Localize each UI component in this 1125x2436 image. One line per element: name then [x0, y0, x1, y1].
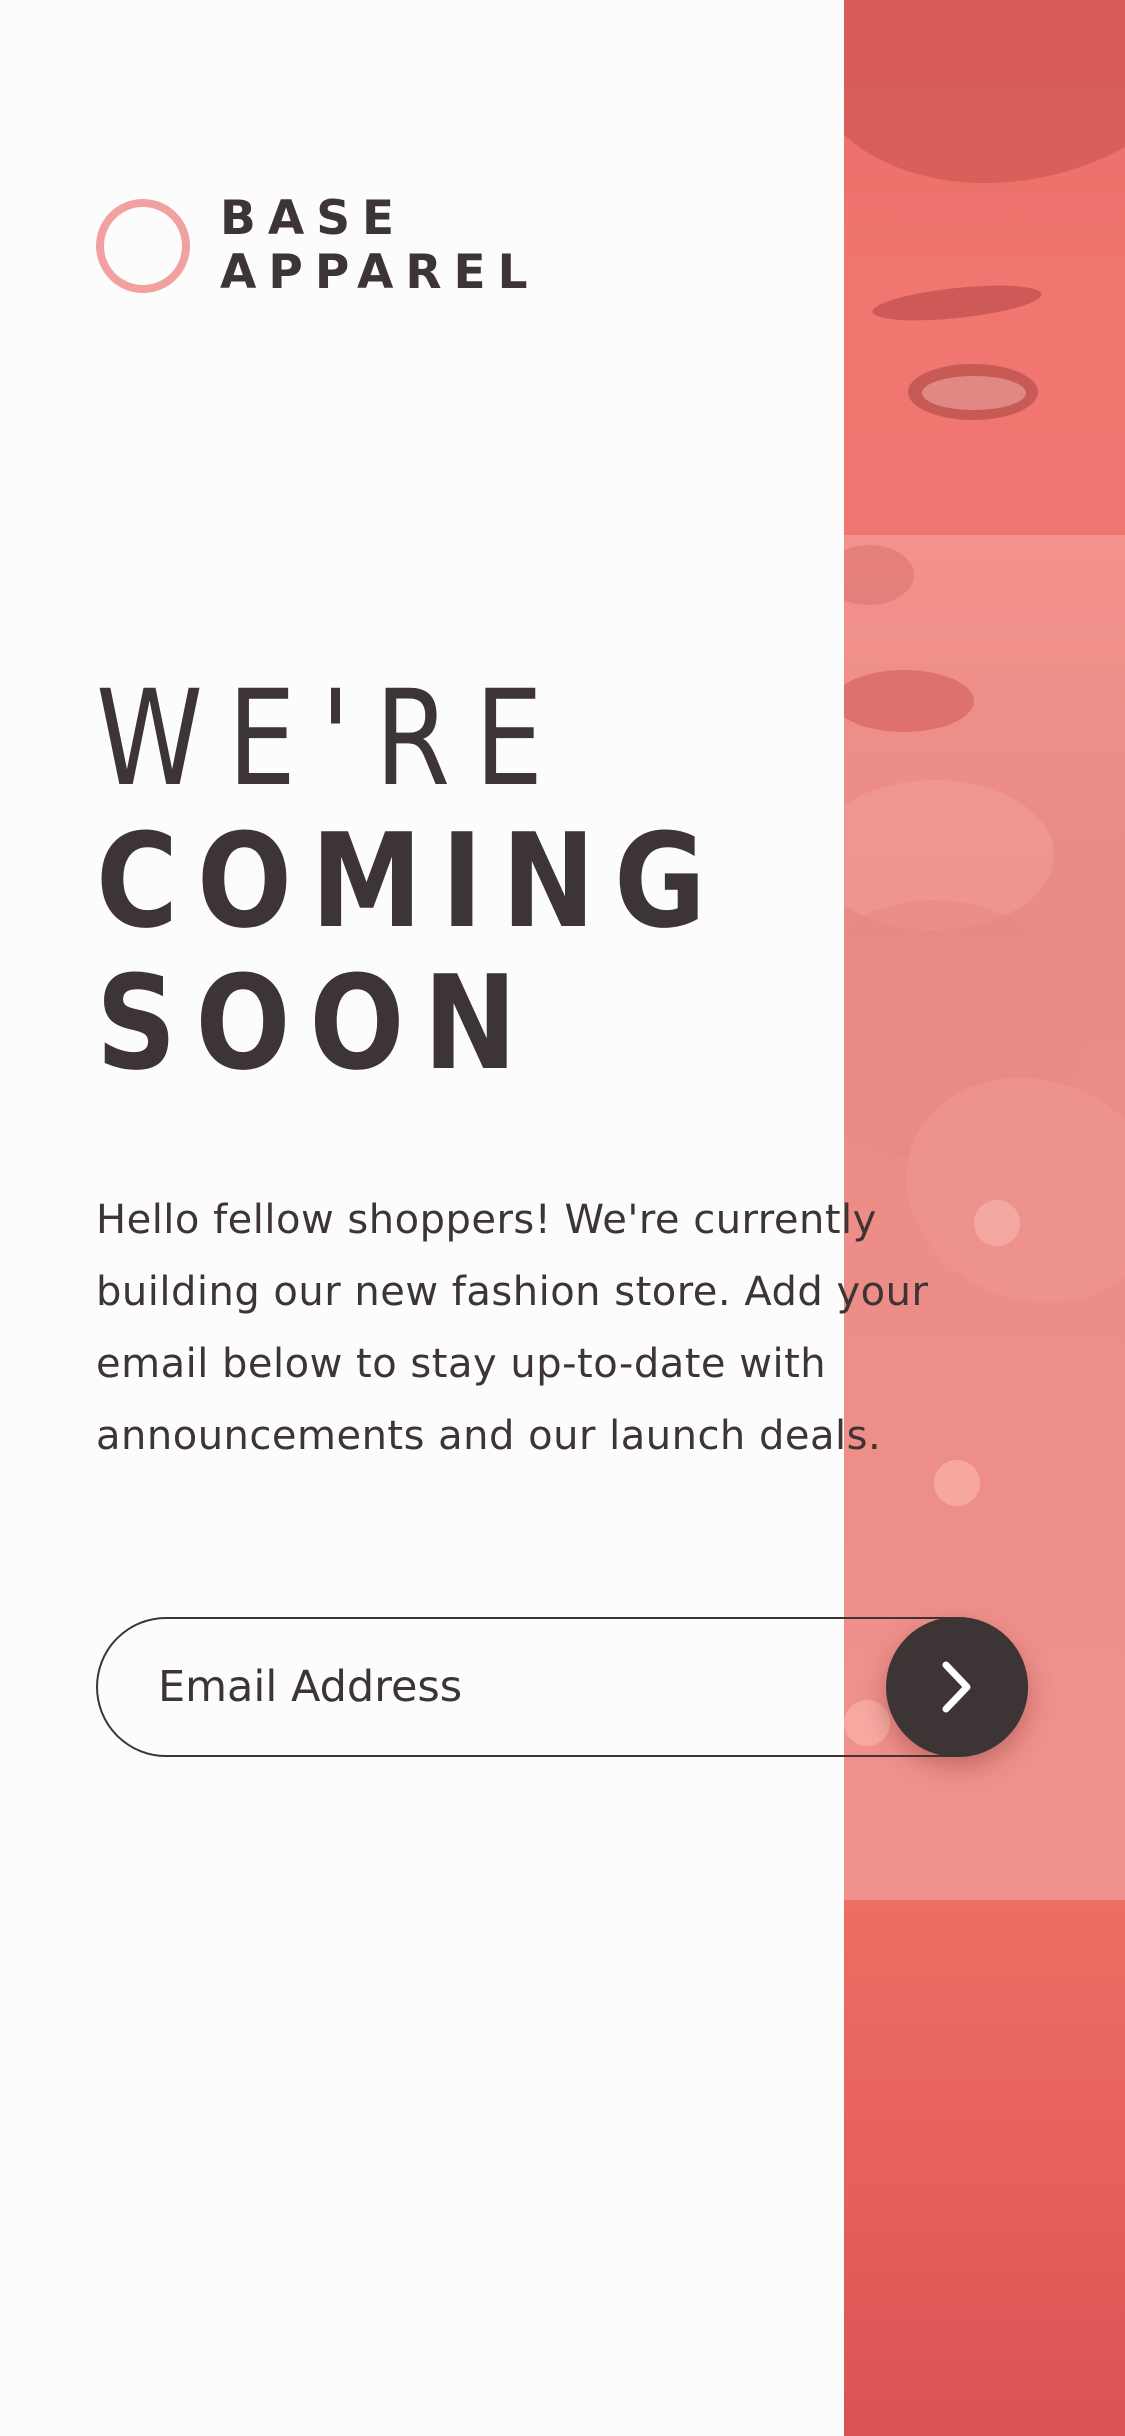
hero-eye-highlight — [922, 376, 1026, 410]
email-signup-form — [96, 1617, 1028, 1757]
intro-description: Hello fellow shoppers! We're currently b… — [96, 1197, 929, 1459]
brand-name-line2: APPAREL — [220, 245, 540, 300]
submit-button[interactable] — [886, 1617, 1028, 1757]
ring-logo-icon — [96, 199, 190, 293]
brand-name-line1: BASE — [220, 191, 407, 246]
headline-bold-line1: COMING — [96, 805, 725, 957]
brand-name: BASE APPAREL — [220, 192, 540, 300]
headline-light: WE'RE — [96, 662, 568, 816]
chevron-right-icon — [937, 1659, 977, 1715]
page-headline: WE'RE COMING SOON — [96, 668, 836, 1094]
brand-logo[interactable]: BASE APPAREL — [96, 192, 540, 300]
headline-bold-line2: SOON — [96, 947, 536, 1099]
email-input[interactable] — [98, 1619, 878, 1755]
hero-image-bottom-band — [844, 1900, 1125, 2436]
